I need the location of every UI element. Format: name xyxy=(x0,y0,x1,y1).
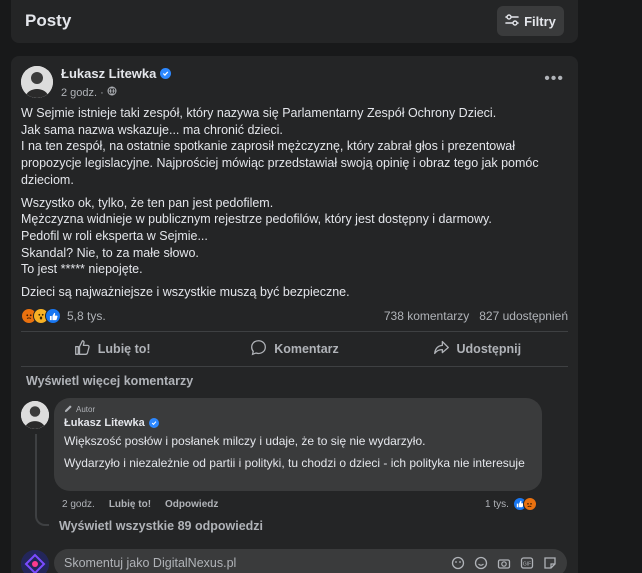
reaction-icons[interactable] xyxy=(21,308,61,324)
view-more-comments-link[interactable]: Wyświetl więcej komentarzy xyxy=(26,374,193,388)
reactions-bar: 5,8 tys. 738 komentarzy 827 udostępnień xyxy=(21,306,568,326)
author-avatar[interactable] xyxy=(21,66,53,98)
post-paragraph-3: Dzieci są najważniejsze i wszystkie musz… xyxy=(21,284,566,301)
comment-composer[interactable]: Skomentuj jako DigitalNexus.pl GIF xyxy=(54,549,567,573)
post-stats: 738 komentarzy 827 udostępnień xyxy=(384,309,568,323)
view-replies-link[interactable]: Wyświetl wszystkie 89 odpowiedzi xyxy=(59,519,263,533)
filter-button[interactable]: Filtry xyxy=(497,6,564,36)
comment-button[interactable]: Komentarz xyxy=(203,334,385,364)
author-badge: Autor xyxy=(64,404,532,415)
post-line: Skandal? Nie, to za małe słowo. xyxy=(21,245,199,260)
post-line: Dzieci są najważniejsze i wszystkie musz… xyxy=(21,285,350,300)
composer-icons: GIF xyxy=(450,556,557,571)
author-badge-label: Autor xyxy=(76,405,96,414)
avatar-sticker-icon[interactable] xyxy=(450,556,465,571)
comment-like-button[interactable]: Lubię to! xyxy=(109,499,151,510)
thread-line xyxy=(35,434,49,526)
posts-header: Posty Filtry xyxy=(11,0,578,43)
post-line: Jak sama nazwa wskazuje... ma chronić dz… xyxy=(21,122,283,137)
thumbs-up-icon xyxy=(74,339,91,359)
comment-reactions[interactable]: 1 tys. xyxy=(485,497,537,511)
post-paragraph-2: Wszystko ok, tylko, że ten pan jest pedo… xyxy=(21,195,566,279)
author-name-text[interactable]: Łukasz Litewka xyxy=(61,66,156,81)
page-avatar[interactable] xyxy=(21,550,49,573)
divider xyxy=(21,366,568,367)
like-reaction-icon xyxy=(45,308,61,324)
angry-reaction-icon xyxy=(522,497,537,511)
comment-label: Komentarz xyxy=(274,342,339,356)
comment-time[interactable]: 2 godz. xyxy=(62,499,95,510)
speech-bubble-icon xyxy=(250,339,267,359)
comment-input[interactable]: Skomentuj jako DigitalNexus.pl xyxy=(64,556,450,570)
gif-icon[interactable]: GIF xyxy=(519,556,534,571)
post-card: Łukasz Litewka 2 godz. · ••• W Sejmie is… xyxy=(11,56,578,573)
author-name[interactable]: Łukasz Litewka xyxy=(61,66,172,81)
like-label: Lubię to! xyxy=(97,342,151,356)
verified-icon xyxy=(148,418,159,428)
post-time[interactable]: 2 godz. xyxy=(61,87,97,99)
separator-dot: · xyxy=(100,86,104,99)
pencil-icon xyxy=(64,404,73,415)
camera-icon[interactable] xyxy=(496,556,511,571)
post-line: Wszystko ok, tylko, że ten pan jest pedo… xyxy=(21,195,274,210)
post-line: W Sejmie istnieje taki zespół, który naz… xyxy=(21,106,497,120)
post-paragraph-1: W Sejmie istnieje taki zespół, który naz… xyxy=(21,105,566,189)
comment-author-avatar[interactable] xyxy=(21,401,49,429)
like-button[interactable]: Lubię to! xyxy=(21,334,203,364)
filter-label: Filtry xyxy=(524,13,556,29)
svg-text:GIF: GIF xyxy=(522,562,530,568)
share-arrow-icon xyxy=(433,339,450,359)
sticker-icon[interactable] xyxy=(542,556,557,571)
page-title: Posty xyxy=(25,11,72,30)
comment-bubble: Autor Łukasz Litewka Większość posłów i … xyxy=(54,398,542,491)
comment-reaction-icons xyxy=(512,497,537,511)
post-line: To jest ***** niepojęte. xyxy=(21,262,143,277)
post-line: Mężczyzna widnieje w publicznym rejestrz… xyxy=(21,212,492,227)
globe-icon xyxy=(107,86,117,99)
comment-reaction-count: 1 tys. xyxy=(485,498,509,510)
post-body: W Sejmie istnieje taki zespół, który naz… xyxy=(21,105,566,307)
comment-author-text[interactable]: Łukasz Litewka xyxy=(64,417,145,429)
sliders-icon xyxy=(505,13,519,29)
comment-text: Większość posłów i posłanek milczy i uda… xyxy=(64,433,532,471)
comment-reply-button[interactable]: Odpowiedz xyxy=(165,499,218,510)
verified-icon xyxy=(160,68,172,79)
comment-paragraph: Wydarzyło i niezależnie od partii i poli… xyxy=(64,456,525,470)
post-line: I na ten zespół, na ostatnie spotkanie z… xyxy=(21,139,539,187)
emoji-icon[interactable] xyxy=(473,556,488,571)
more-options-icon[interactable]: ••• xyxy=(544,70,564,88)
comment-actions: 2 godz. Lubię to! Odpowiedz xyxy=(62,499,218,510)
post-meta: 2 godz. · xyxy=(61,86,117,99)
share-button[interactable]: Udostępnij xyxy=(386,334,568,364)
comment-author-name[interactable]: Łukasz Litewka xyxy=(64,417,532,429)
share-label: Udostępnij xyxy=(456,342,522,356)
post-actions: Lubię to! Komentarz Udostępnij xyxy=(21,334,568,364)
comments-count[interactable]: 738 komentarzy xyxy=(384,309,469,323)
reaction-count[interactable]: 5,8 tys. xyxy=(67,309,106,323)
divider xyxy=(21,331,568,332)
shares-count[interactable]: 827 udostępnień xyxy=(479,309,568,323)
post-line: Pedofil w roli eksperta w Sejmie... xyxy=(21,228,208,243)
comment-paragraph: Większość posłów i posłanek milczy i uda… xyxy=(64,434,426,448)
